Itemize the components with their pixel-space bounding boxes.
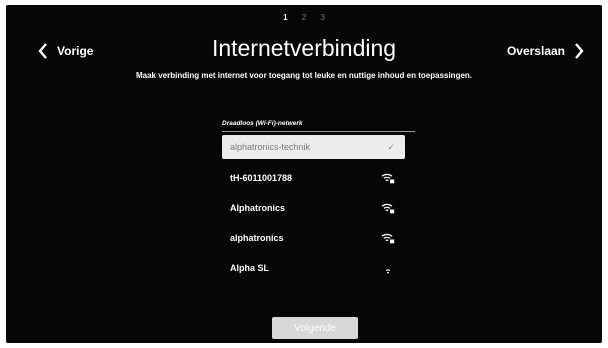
step-indicator: 1 2 3 [6, 13, 602, 22]
skip-button[interactable]: Overslaan [507, 43, 584, 59]
step-1: 1 [283, 13, 288, 22]
network-item[interactable]: Alpha SL [222, 256, 405, 280]
previous-label: Vorige [57, 44, 94, 58]
step-3: 3 [320, 13, 325, 22]
chevron-right-icon [575, 43, 584, 59]
wifi-locked-icon [381, 233, 395, 244]
page-subtitle: Maak verbinding met internet voor toegan… [135, 71, 473, 80]
wifi-locked-icon [381, 203, 395, 214]
wifi-section-label: Draadloos (Wi-Fi)-netwerk [222, 120, 303, 127]
network-name: Alphatronics [230, 203, 286, 213]
network-item[interactable]: Alphatronics [222, 196, 405, 220]
network-name: tH-6011001788 [230, 173, 293, 183]
next-button[interactable]: Volgende [272, 317, 358, 339]
step-2: 2 [301, 13, 307, 22]
network-name: Alpha SL [230, 263, 270, 273]
section-divider [222, 131, 415, 132]
network-item[interactable]: alphatronics [222, 226, 405, 250]
skip-label: Overslaan [506, 44, 565, 58]
tv-setup-screen: 1 2 3 Internetverbinding Vorige Overslaa… [6, 5, 602, 343]
network-name: alphatronics-technik [230, 142, 311, 152]
previous-button[interactable]: Vorige [38, 43, 93, 59]
network-item[interactable]: tH-6011001788 [222, 166, 405, 190]
network-name: alphatronics [230, 233, 284, 243]
chevron-left-icon [38, 43, 47, 59]
wifi-weak-icon [385, 269, 391, 274]
network-item-selected[interactable]: alphatronics-technik ✓ [222, 135, 405, 159]
check-icon: ✓ [387, 141, 395, 152]
wifi-locked-icon [381, 173, 395, 184]
